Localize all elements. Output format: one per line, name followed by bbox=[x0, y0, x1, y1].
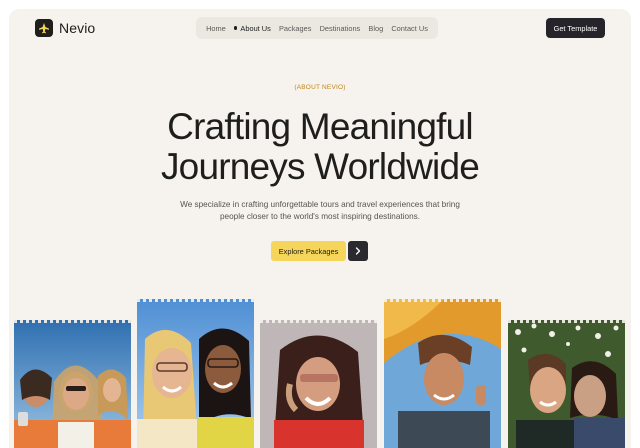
explore-packages-button[interactable]: Explore Packages bbox=[271, 241, 346, 261]
nav-label: Blog bbox=[368, 23, 384, 33]
nav-item-destinations[interactable]: Destinations bbox=[320, 24, 361, 33]
torn-edge bbox=[14, 320, 131, 323]
nav-label: Packages bbox=[278, 23, 312, 33]
torn-edge bbox=[384, 299, 501, 302]
airplane-icon bbox=[35, 19, 53, 37]
nav-item-blog[interactable]: Blog bbox=[368, 24, 383, 33]
gallery-photo-3 bbox=[260, 320, 377, 448]
torn-edge bbox=[137, 299, 254, 302]
nav-label: About Us bbox=[240, 23, 271, 33]
hero-cta-group: Explore Packages bbox=[271, 241, 368, 261]
active-dot-icon bbox=[233, 26, 238, 30]
gallery-photo-1 bbox=[14, 320, 131, 448]
hero-subtitle: We specialize in crafting unforgettable … bbox=[180, 200, 460, 221]
headline-line-1: Crafting Meaningful bbox=[167, 106, 473, 147]
brand-logo[interactable]: Nevio bbox=[35, 19, 95, 37]
gallery-photo-5 bbox=[508, 320, 625, 448]
gallery-photo-4 bbox=[384, 299, 501, 448]
nav-label: Home bbox=[206, 23, 226, 33]
page-title: Crafting Meaningful Journeys Worldwide bbox=[9, 107, 631, 187]
section-eyebrow: (ABOUT NEVIO) bbox=[294, 84, 346, 91]
nav-item-packages[interactable]: Packages bbox=[279, 24, 311, 33]
torn-edge bbox=[508, 320, 625, 323]
headline-line-2: Journeys Worldwide bbox=[160, 146, 480, 187]
nav-label: Contact Us bbox=[391, 23, 428, 33]
nav-item-contact-us[interactable]: Contact Us bbox=[391, 24, 428, 33]
nav-item-about-us[interactable]: About Us bbox=[233, 23, 271, 33]
main-nav: Home About Us Packages Destinations Blog… bbox=[196, 17, 438, 39]
get-template-button[interactable]: Get Template bbox=[546, 18, 605, 38]
nav-item-home[interactable]: Home bbox=[206, 24, 226, 33]
page: Nevio Home About Us Packages Destination… bbox=[9, 9, 631, 448]
torn-edge bbox=[260, 320, 377, 323]
arrow-right-icon[interactable] bbox=[348, 241, 368, 261]
gallery-photo-2 bbox=[137, 299, 254, 448]
nav-label: Destinations bbox=[319, 23, 361, 33]
brand-name: Nevio bbox=[59, 20, 96, 36]
